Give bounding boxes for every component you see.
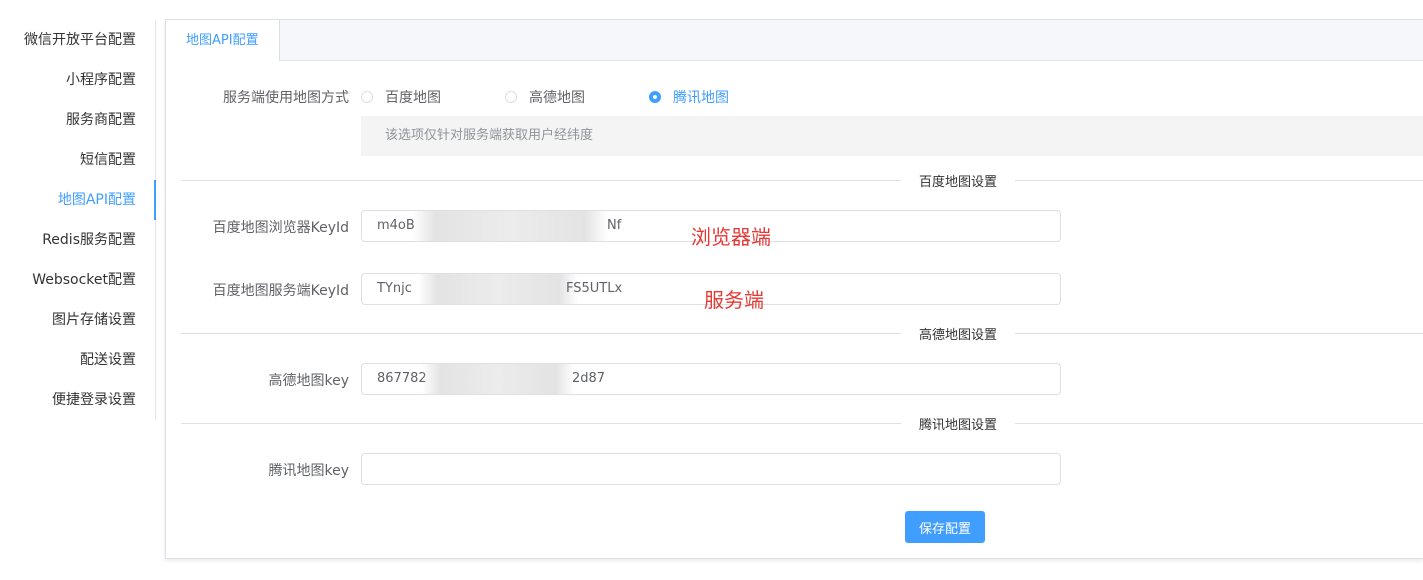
baidu-browser-label: 百度地图浏览器KeyId — [212, 220, 349, 236]
annotation-browser: 浏览器端 — [691, 225, 771, 249]
radio-gaode-circle[interactable] — [505, 91, 517, 103]
sidebar-item-service-provider[interactable]: 服务商配置 — [0, 100, 155, 140]
baidu-browser-row: 百度地图浏览器KeyId m4oB Nf — [166, 210, 1423, 242]
sidebar-item-mini-program[interactable]: 小程序配置 — [0, 60, 155, 100]
save-config-button[interactable]: 保存配置 — [905, 511, 985, 543]
gaode-row: 高德地图key 867782 2d87 — [166, 363, 1423, 395]
baidu-server-label: 百度地图服务端KeyId — [212, 283, 349, 299]
baidu-server-row: 百度地图服务端KeyId TYnjc FS5UTLx — [166, 273, 1423, 305]
tab-bar: 地图API配置 — [166, 20, 1423, 61]
radio-baidu-label: 百度地图 — [385, 90, 441, 106]
radio-gaode[interactable]: 高德地图 — [505, 87, 585, 107]
map-mode-hint: 该选项仅针对服务端获取用户经纬度 — [361, 116, 1423, 156]
baidu-server-key-start: TYnjc — [377, 281, 412, 296]
radio-baidu-circle[interactable] — [361, 91, 373, 103]
sidebar-item-delivery[interactable]: 配送设置 — [0, 340, 155, 380]
gaode-key-label: 高德地图key — [268, 373, 349, 389]
tencent-section-divider: 腾讯地图设置 — [181, 414, 1423, 433]
tencent-section-title: 腾讯地图设置 — [901, 414, 1016, 433]
baidu-browser-key-start: m4oB — [377, 218, 415, 233]
sidebar-item-sms[interactable]: 短信配置 — [0, 140, 155, 180]
tencent-row: 腾讯地图key — [166, 453, 1423, 485]
baidu-section-divider: 百度地图设置 — [181, 171, 1423, 190]
map-mode-row: 服务端使用地图方式 百度地图 高德地图 腾讯地图 — [166, 87, 1423, 107]
redaction-blur — [422, 364, 574, 394]
config-card: 地图API配置 服务端使用地图方式 百度地图 高德地图 腾讯地图 该选项仅针对服… — [165, 19, 1423, 559]
gaode-section-title: 高德地图设置 — [901, 324, 1016, 343]
tencent-key-label: 腾讯地图key — [268, 463, 349, 479]
sidebar-item-wechat-open-platform[interactable]: 微信开放平台配置 — [0, 20, 155, 60]
baidu-server-key-end: FS5UTLx — [566, 281, 623, 296]
radio-tencent-circle[interactable] — [649, 91, 661, 103]
sidebar-item-image-storage[interactable]: 图片存储设置 — [0, 300, 155, 340]
redaction-blur — [412, 211, 608, 241]
radio-gaode-label: 高德地图 — [529, 90, 585, 106]
redaction-blur — [418, 274, 578, 304]
sidebar-item-map-api[interactable]: 地图API配置 — [0, 180, 156, 220]
sidebar-menu: 微信开放平台配置 小程序配置 服务商配置 短信配置 地图API配置 Redis服… — [0, 20, 156, 420]
baidu-browser-key-end: Nf — [607, 218, 622, 233]
tencent-key-input[interactable] — [361, 453, 1061, 485]
sidebar-item-websocket[interactable]: Websocket配置 — [0, 260, 155, 300]
gaode-key-start: 867782 — [377, 371, 427, 386]
annotation-server: 服务端 — [704, 288, 764, 312]
radio-tencent-label: 腾讯地图 — [673, 90, 729, 106]
gaode-key-end: 2d87 — [572, 371, 606, 386]
gaode-key-input[interactable]: 867782 2d87 — [361, 363, 1061, 395]
sidebar-item-redis[interactable]: Redis服务配置 — [0, 220, 155, 260]
baidu-section-title: 百度地图设置 — [901, 171, 1016, 190]
radio-baidu[interactable]: 百度地图 — [361, 87, 441, 107]
gaode-section-divider: 高德地图设置 — [181, 324, 1423, 343]
radio-tencent[interactable]: 腾讯地图 — [649, 87, 729, 107]
map-mode-label: 服务端使用地图方式 — [223, 90, 349, 106]
sidebar-item-quick-login[interactable]: 便捷登录设置 — [0, 380, 155, 420]
tab-map-api[interactable]: 地图API配置 — [166, 20, 280, 61]
